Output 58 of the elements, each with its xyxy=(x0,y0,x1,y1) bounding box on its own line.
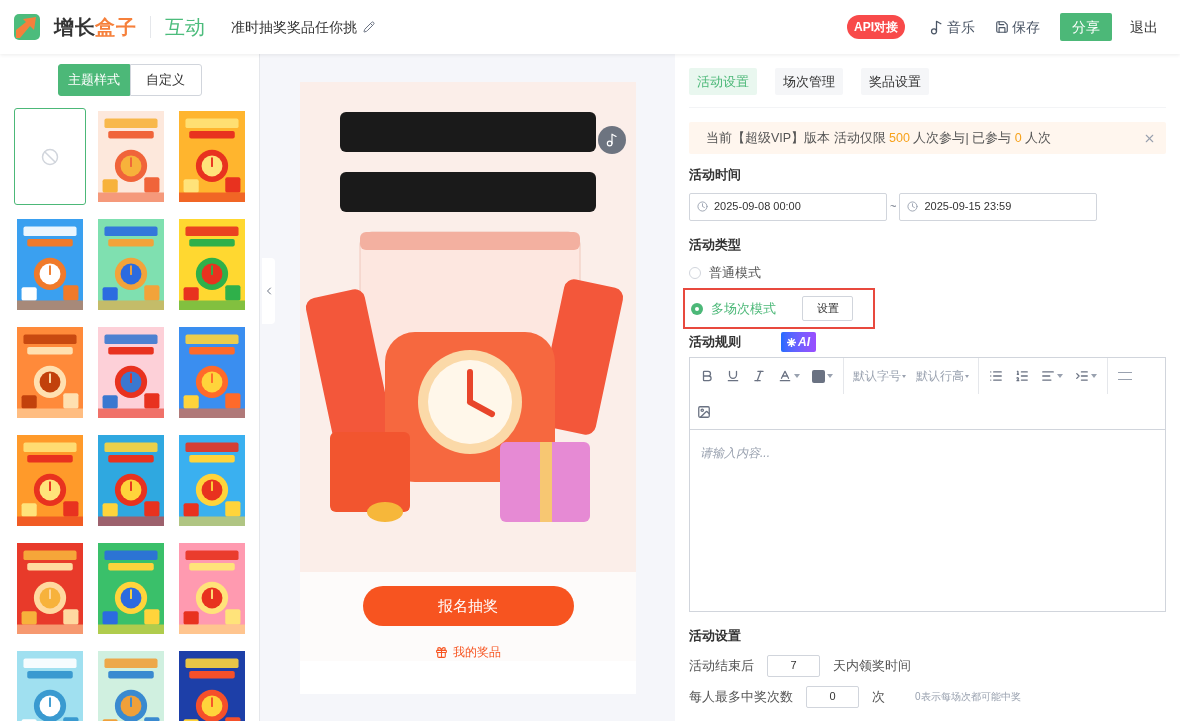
hint-text: 0表示每场次都可能中奖 xyxy=(915,690,1021,704)
setting-unit: 次 xyxy=(872,687,885,706)
indent-icon[interactable] xyxy=(1075,369,1089,383)
theme-thumbnail[interactable] xyxy=(14,648,86,721)
collapse-handle[interactable] xyxy=(262,258,275,324)
music-button[interactable]: 音乐 xyxy=(929,16,975,38)
number-field[interactable]: 0 xyxy=(806,685,859,708)
section-label: 活动规则 xyxy=(689,333,741,352)
no-theme-icon xyxy=(41,147,59,166)
start-time-field[interactable]: 2025-09-08 00:00 xyxy=(689,192,887,221)
caret-icon[interactable] xyxy=(965,374,969,378)
section-label: 活动设置 xyxy=(689,627,742,645)
setting-unit: 天内领奖时间 xyxy=(833,656,911,675)
music-note-icon xyxy=(929,19,944,35)
section-label: 活动时间 xyxy=(689,166,742,184)
caret-icon[interactable] xyxy=(827,374,833,378)
setup-button[interactable]: 设置 xyxy=(802,296,853,321)
align-icon[interactable] xyxy=(1041,369,1055,383)
range-separator: ~ xyxy=(890,199,897,215)
gift-icon xyxy=(435,645,448,659)
theme-thumbnail[interactable] xyxy=(95,648,167,721)
bold-icon[interactable] xyxy=(700,369,714,383)
settings-tab[interactable]: 场次管理 xyxy=(775,68,843,95)
section-label: 活动类型 xyxy=(689,235,742,254)
italic-icon[interactable] xyxy=(752,369,766,383)
theme-thumbnail[interactable] xyxy=(176,648,248,721)
numbered-list-icon[interactable] xyxy=(1015,369,1029,383)
notice-text: 当前【超级VIP】版本 活动仅限 500 人次参与| 已参与 0 人次 xyxy=(706,129,1052,147)
sparkle-icon xyxy=(787,337,796,347)
theme-tab[interactable]: 自定义 xyxy=(129,64,202,96)
save-button[interactable]: 保存 xyxy=(995,16,1040,38)
bullet-list-icon[interactable] xyxy=(989,369,1003,383)
setting-label: 每人最多中奖次数 xyxy=(689,687,793,706)
caret-icon[interactable] xyxy=(1057,374,1063,378)
horizontal-rule-icon[interactable] xyxy=(1118,372,1132,380)
end-time-field[interactable]: 2025-09-15 23:59 xyxy=(899,192,1098,221)
caret-icon[interactable] xyxy=(902,374,906,378)
activity-title: 准时抽奖奖品任你挑 xyxy=(231,17,357,37)
section-title: 互动 xyxy=(165,15,205,40)
setting-label: 活动结束后 xyxy=(689,656,754,675)
clock-icon xyxy=(907,201,919,212)
brand-name: 增长盒子 xyxy=(54,15,136,40)
image-icon[interactable] xyxy=(697,404,711,419)
underline-icon[interactable] xyxy=(726,369,740,383)
edit-icon[interactable] xyxy=(363,21,375,33)
ai-badge[interactable]: AI xyxy=(781,332,816,352)
settings-tab[interactable]: 奖品设置 xyxy=(861,68,929,95)
caret-icon[interactable] xyxy=(1091,374,1097,378)
clock-icon xyxy=(697,201,708,212)
radio-label[interactable]: 普通模式 xyxy=(709,263,761,283)
radio-button[interactable] xyxy=(691,302,703,315)
number-field[interactable]: 7 xyxy=(767,654,820,677)
font-color-icon[interactable] xyxy=(778,369,792,383)
exit-button[interactable]: 退出 xyxy=(1130,16,1158,38)
logo-icon xyxy=(14,14,40,40)
caret-icon[interactable] xyxy=(794,374,800,378)
theme-thumbnail[interactable] xyxy=(14,108,86,205)
highlight-color-icon[interactable] xyxy=(812,369,825,383)
